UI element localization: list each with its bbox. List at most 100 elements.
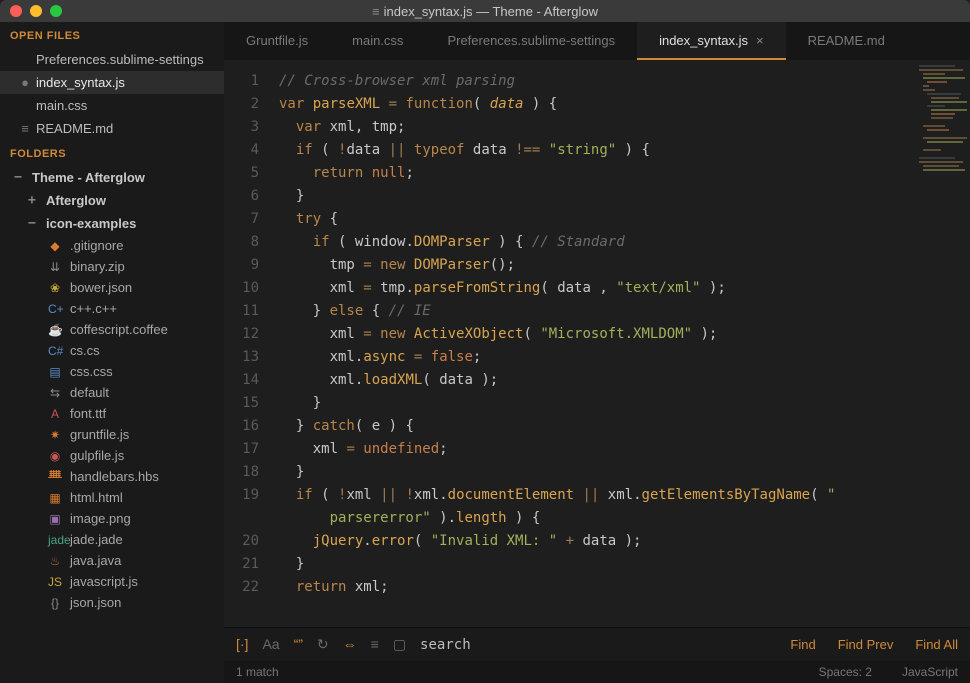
- file-row[interactable]: Afont.ttf: [0, 403, 224, 424]
- open-file-label: README.md: [36, 121, 113, 136]
- file-row[interactable]: jade jade.jade: [0, 529, 224, 550]
- gutter: 12345678910111213141516171819 202122: [224, 60, 269, 627]
- tab-label: Preferences.sublime-settings: [447, 33, 615, 48]
- close-window-button[interactable]: [10, 5, 22, 17]
- file-row[interactable]: C+c++.c++: [0, 298, 224, 319]
- sidebar: OPEN FILES Preferences.sublime-settings●…: [0, 22, 224, 683]
- open-file-item[interactable]: ●index_syntax.js: [0, 71, 224, 94]
- file-type-icon: A: [48, 407, 62, 421]
- file-row[interactable]: ᚙ handlebars.hbs: [0, 466, 224, 487]
- file-type-icon: ᚙ: [48, 470, 62, 484]
- expander-icon[interactable]: −: [14, 170, 26, 185]
- regex-toggle-icon[interactable]: [·]: [236, 636, 248, 653]
- file-bullet-icon: ≡: [20, 121, 30, 136]
- code-editor[interactable]: // Cross-browser xml parsingvar parseXML…: [269, 60, 915, 627]
- file-row[interactable]: ☕ coffescript.coffee: [0, 319, 224, 340]
- search-bar: [·] Aa “” ↻ ⇔ ≡ ▢ search Find Find Prev …: [224, 627, 970, 661]
- file-row[interactable]: ◆.gitignore: [0, 235, 224, 256]
- file-label: c++.c++: [70, 301, 117, 316]
- file-type-icon: ⇊: [48, 260, 62, 274]
- file-row[interactable]: C#cs.cs: [0, 340, 224, 361]
- file-type-icon: C#: [48, 344, 62, 358]
- file-type-icon: ▤: [48, 365, 62, 379]
- case-sensitive-toggle-icon[interactable]: Aa: [262, 636, 279, 653]
- open-file-item[interactable]: ≡ README.md: [0, 117, 224, 140]
- file-type-icon: ◆: [48, 239, 62, 253]
- expander-icon[interactable]: +: [28, 193, 40, 208]
- tab[interactable]: README.md: [786, 22, 907, 60]
- zoom-window-button[interactable]: [50, 5, 62, 17]
- tab-label: main.css: [352, 33, 403, 48]
- folder-label: icon-examples: [46, 216, 136, 231]
- file-type-icon: ♨: [48, 554, 62, 568]
- file-row[interactable]: JSjavascript.js: [0, 571, 224, 592]
- tab-label: Gruntfile.js: [246, 33, 308, 48]
- open-file-label: index_syntax.js: [36, 75, 125, 90]
- file-label: binary.zip: [70, 259, 125, 274]
- window-title: index_syntax.js — Theme - Afterglow: [384, 4, 598, 19]
- file-label: jade.jade: [70, 532, 123, 547]
- file-row[interactable]: ▣ image.png: [0, 508, 224, 529]
- minimap[interactable]: [915, 60, 970, 627]
- folder-afterglow[interactable]: + Afterglow: [0, 189, 224, 212]
- status-indent[interactable]: Spaces: 2: [819, 665, 872, 679]
- wrap-toggle-icon[interactable]: ↻: [317, 636, 329, 653]
- file-label: gruntfile.js: [70, 427, 129, 442]
- file-type-icon: ❀: [48, 281, 62, 295]
- file-label: image.png: [70, 511, 131, 526]
- file-row[interactable]: ◉ gulpfile.js: [0, 445, 224, 466]
- file-label: coffescript.coffee: [70, 322, 168, 337]
- folders-header: FOLDERS: [0, 140, 224, 166]
- file-label: font.ttf: [70, 406, 106, 421]
- file-label: handlebars.hbs: [70, 469, 159, 484]
- tab[interactable]: index_syntax.js ×: [637, 22, 785, 60]
- find-all-button[interactable]: Find All: [915, 637, 958, 652]
- open-file-item[interactable]: Preferences.sublime-settings: [0, 48, 224, 71]
- file-row[interactable]: ⇊ binary.zip: [0, 256, 224, 277]
- file-type-icon: ✷: [48, 428, 62, 442]
- file-type-icon: ◉: [48, 449, 62, 463]
- file-row[interactable]: ⇆ default: [0, 382, 224, 403]
- file-type-icon: ☕: [48, 323, 62, 337]
- file-row[interactable]: ▤ css.css: [0, 361, 224, 382]
- folder-root[interactable]: − Theme - Afterglow: [0, 166, 224, 189]
- search-input[interactable]: search: [420, 637, 776, 653]
- file-type-icon: ▣: [48, 512, 62, 526]
- file-label: gulpfile.js: [70, 448, 124, 463]
- minimize-window-button[interactable]: [30, 5, 42, 17]
- expander-icon[interactable]: −: [28, 216, 40, 231]
- file-label: default: [70, 385, 109, 400]
- open-file-label: Preferences.sublime-settings: [36, 52, 204, 67]
- file-type-icon: ▦: [48, 491, 62, 505]
- tab-label: README.md: [808, 33, 885, 48]
- tab[interactable]: main.css: [330, 22, 425, 60]
- status-language[interactable]: JavaScript: [902, 665, 958, 679]
- file-row[interactable]: {}json.json: [0, 592, 224, 613]
- titlebar: ≡index_syntax.js — Theme - Afterglow: [0, 0, 970, 22]
- highlight-toggle-icon[interactable]: ≡: [371, 636, 379, 653]
- file-label: css.css: [70, 364, 113, 379]
- file-row[interactable]: ♨ java.java: [0, 550, 224, 571]
- tab-bar: Gruntfile.js main.css Preferences.sublime-…: [224, 22, 970, 60]
- file-type-icon: jade: [48, 533, 62, 547]
- status-matches: 1 match: [236, 665, 279, 679]
- find-button[interactable]: Find: [790, 637, 815, 652]
- open-file-item[interactable]: main.css: [0, 94, 224, 117]
- tab[interactable]: Preferences.sublime-settings: [425, 22, 637, 60]
- close-tab-icon[interactable]: ×: [756, 33, 764, 48]
- tab[interactable]: Gruntfile.js: [224, 22, 330, 60]
- tab-label: index_syntax.js: [659, 33, 748, 48]
- find-prev-button[interactable]: Find Prev: [838, 637, 894, 652]
- in-selection-toggle-icon[interactable]: ⇔: [343, 636, 357, 653]
- file-type-icon: ⇆: [48, 386, 62, 400]
- whole-word-toggle-icon[interactable]: “”: [294, 636, 303, 653]
- file-row[interactable]: ❀bower.json: [0, 277, 224, 298]
- file-label: java.java: [70, 553, 121, 568]
- file-label: html.html: [70, 490, 123, 505]
- folder-icon-examples[interactable]: − icon-examples: [0, 212, 224, 235]
- file-row[interactable]: ▦ html.html: [0, 487, 224, 508]
- file-type-icon: {}: [48, 596, 62, 610]
- preserve-case-toggle-icon[interactable]: ▢: [393, 636, 406, 653]
- file-row[interactable]: ✷ gruntfile.js: [0, 424, 224, 445]
- folder-label: Theme - Afterglow: [32, 170, 145, 185]
